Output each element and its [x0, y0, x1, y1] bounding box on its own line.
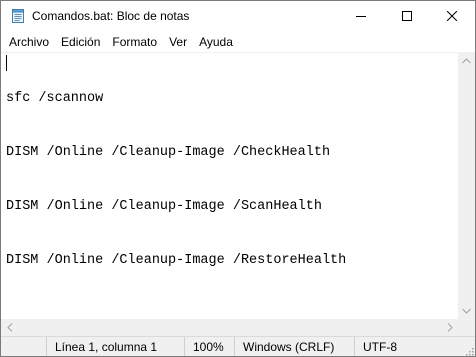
menu-ver[interactable]: Ver	[163, 32, 193, 52]
menu-archivo[interactable]: Archivo	[3, 32, 55, 52]
maximize-icon	[402, 8, 412, 26]
maximize-button[interactable]	[384, 1, 430, 32]
vertical-scrollbar[interactable]	[458, 52, 475, 319]
scrollbar-corner	[458, 319, 475, 336]
menu-edicion[interactable]: Edición	[55, 32, 106, 52]
menu-bar: Archivo Edición Formato Ver Ayuda	[1, 32, 475, 52]
text-line: DISM /Online /Cleanup-Image /RestoreHeal…	[6, 253, 347, 268]
status-bar: Línea 1, columna 1 100% Windows (CRLF) U…	[1, 336, 475, 356]
notepad-icon	[10, 8, 26, 24]
minimize-button[interactable]	[338, 1, 384, 32]
scroll-up-icon[interactable]	[458, 52, 475, 69]
title-bar[interactable]: Comandos.bat: Bloc de notas	[1, 1, 475, 32]
status-position: Línea 1, columna 1	[46, 337, 157, 356]
menu-formato[interactable]: Formato	[106, 32, 163, 52]
text-caret	[6, 55, 7, 71]
resize-grip-icon[interactable]	[464, 345, 474, 356]
horizontal-scrollbar[interactable]	[1, 319, 458, 336]
scroll-right-icon[interactable]	[441, 319, 458, 336]
close-button[interactable]	[429, 1, 475, 32]
notepad-window: Comandos.bat: Bloc de notas Archivo Edic…	[0, 0, 476, 357]
status-encoding: UTF-8	[354, 337, 397, 356]
scroll-left-icon[interactable]	[1, 319, 18, 336]
close-icon	[446, 8, 458, 26]
window-title: Comandos.bat: Bloc de notas	[32, 9, 190, 23]
status-zoom: 100%	[184, 337, 224, 356]
text-line: DISM /Online /Cleanup-Image /ScanHealth	[6, 199, 322, 214]
text-line: sfc /scannow	[6, 91, 104, 106]
text-editor[interactable]: sfc /scannow DISM /Online /Cleanup-Image…	[1, 52, 458, 319]
minimize-icon	[356, 8, 366, 26]
scroll-down-icon[interactable]	[458, 302, 475, 319]
status-line-ending: Windows (CRLF)	[234, 337, 334, 356]
text-line: DISM /Online /Cleanup-Image /CheckHealth	[6, 145, 331, 160]
menu-ayuda[interactable]: Ayuda	[193, 32, 239, 52]
